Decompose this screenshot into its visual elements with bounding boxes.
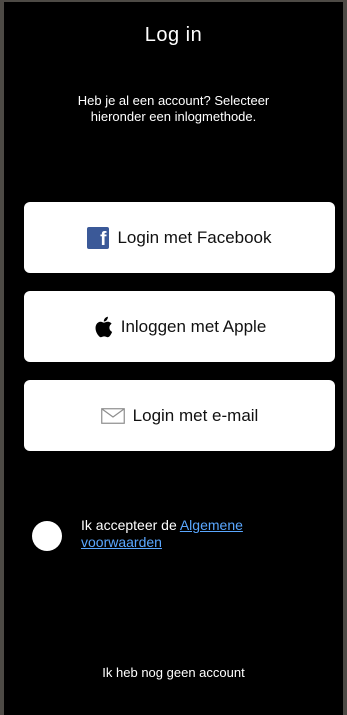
login-apple-button[interactable]: Inloggen met Apple <box>24 291 335 362</box>
terms-prefix: Ik accepteer de <box>81 517 180 533</box>
login-facebook-label: Login met Facebook <box>117 227 272 247</box>
envelope-icon <box>100 407 125 424</box>
terms-text: Ik accepteer de Algemene voorwaarden <box>81 517 312 551</box>
facebook-icon: f <box>87 226 110 249</box>
terms-radio[interactable] <box>32 521 62 551</box>
login-email-button[interactable]: Login met e-mail <box>24 380 335 451</box>
apple-icon <box>93 315 113 339</box>
login-email-label: Login met e-mail <box>132 405 259 425</box>
terms-consent: Ik accepteer de Algemene voorwaarden <box>32 517 312 551</box>
login-screen: Log in Heb je al een account? Selecteer … <box>4 2 343 715</box>
page-title: Log in <box>144 24 203 46</box>
login-apple-label: Inloggen met Apple <box>120 316 267 336</box>
no-account-link[interactable]: Ik heb nog geen account <box>4 665 343 680</box>
login-facebook-button[interactable]: f Login met Facebook <box>24 202 335 273</box>
page-subtitle: Heb je al een account? Selecteer hierond… <box>77 93 270 124</box>
